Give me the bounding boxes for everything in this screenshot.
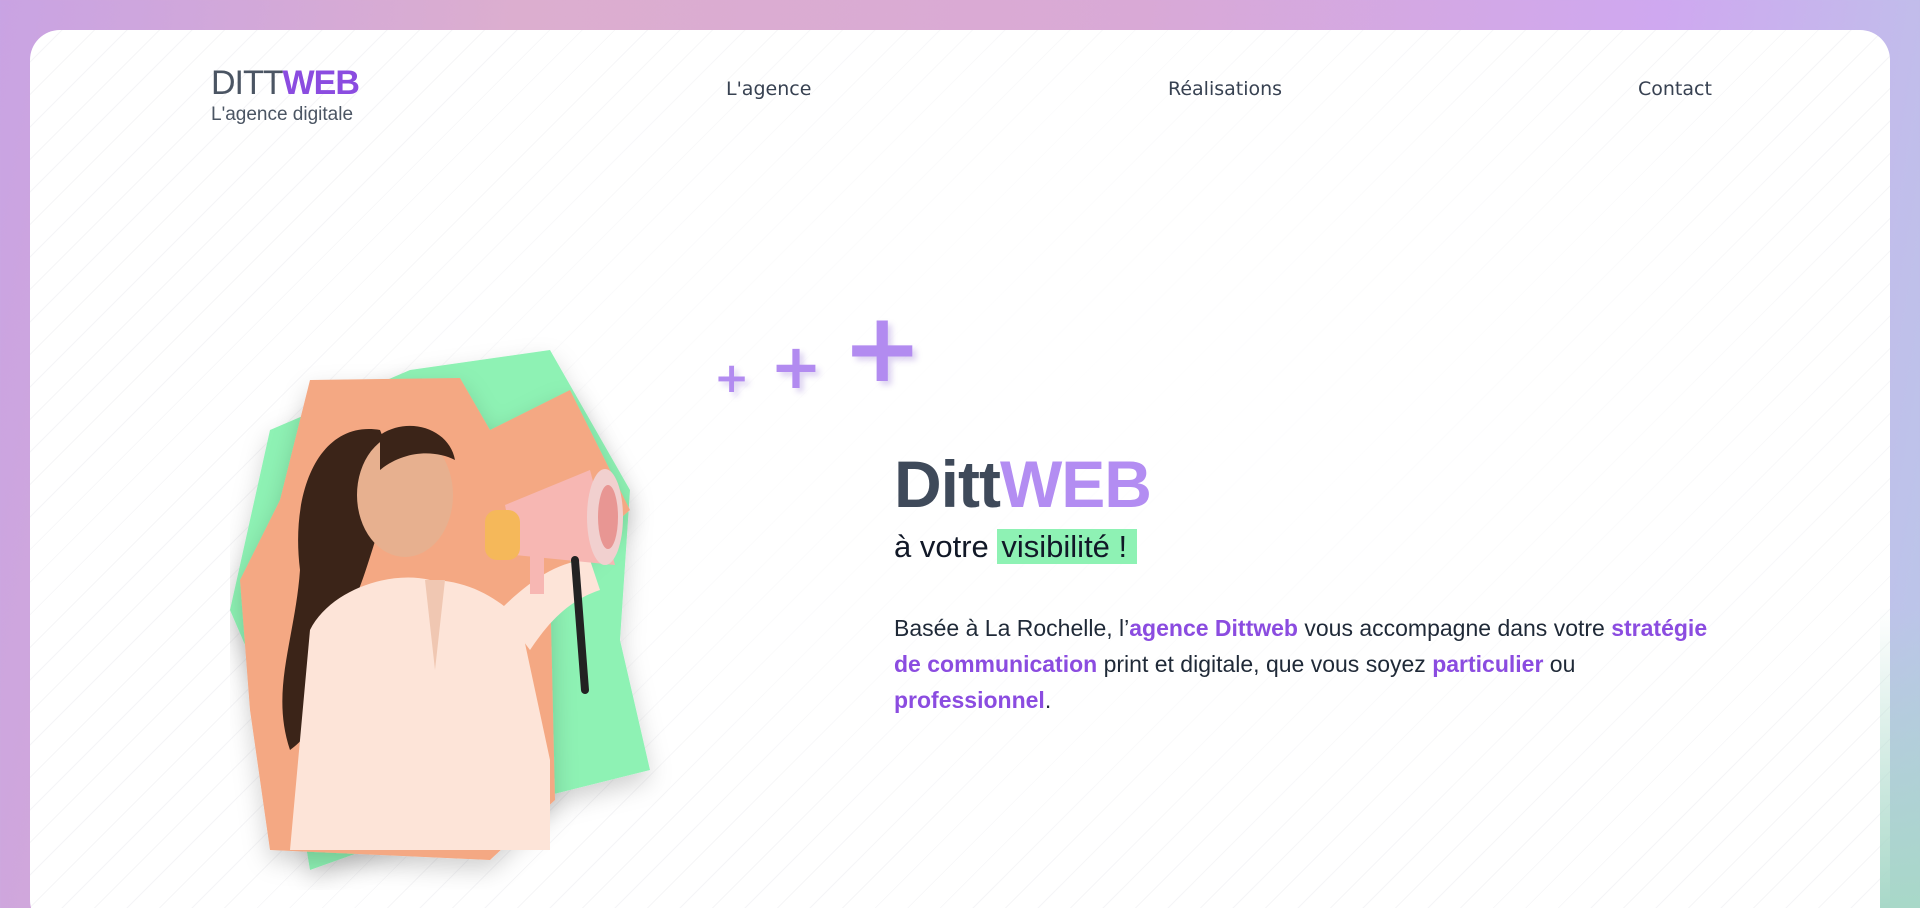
hero-text-part: vous accompagne dans votre (1297, 615, 1612, 641)
page-card: DITTWEB L'agence digitale L'agence Réali… (30, 30, 1890, 908)
hero-subtitle: à votre visibilité ! (894, 527, 1138, 567)
hero-text-emphasis: agence Dittweb (1129, 615, 1298, 641)
hero-title: DittWEB (894, 446, 1152, 522)
hero-text-part: print et digitale, que vous soyez (1097, 651, 1433, 677)
logo-part-web: WEB (282, 64, 360, 102)
site-logo[interactable]: DITTWEB L'agence digitale (211, 63, 360, 127)
logo-tagline: L'agence digitale (211, 104, 354, 125)
plus-icon: + (842, 292, 923, 404)
hero-illustration (230, 350, 650, 870)
plus-icon: + (770, 330, 822, 403)
logo-wordmark: DITTWEB (211, 63, 360, 103)
hero-description: Basée à La Rochelle, l’agence Dittweb vo… (894, 610, 1714, 718)
plus-icon: + (714, 353, 750, 402)
hero-text-part: . (1044, 687, 1052, 713)
hero-title-web: WEB (999, 447, 1152, 521)
hero-subtitle-highlight: visibilité ! (997, 529, 1138, 564)
logo-part-ditt: DITT (211, 64, 284, 102)
hero-title-ditt: Ditt (894, 447, 1001, 521)
hero-text-emphasis: particulier (1432, 651, 1544, 677)
hero-text-part: Basée à La Rochelle, l’ (894, 615, 1130, 641)
hero-text-emphasis: professionnel (894, 687, 1045, 713)
hero-text-part: ou (1543, 651, 1576, 677)
nav-link-agence[interactable]: L'agence (726, 78, 811, 100)
hero-subtitle-prefix: à votre (894, 529, 998, 564)
nav-link-contact[interactable]: Contact (1638, 78, 1712, 100)
nav-link-realisations[interactable]: Réalisations (1168, 78, 1282, 100)
